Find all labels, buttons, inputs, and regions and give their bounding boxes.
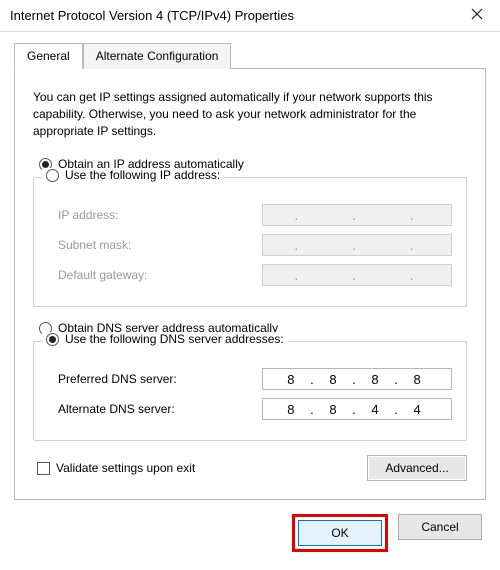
ip-manual-label: Use the following IP address: xyxy=(65,168,220,182)
ok-button[interactable]: OK xyxy=(298,520,382,546)
subnet-mask-input xyxy=(262,234,452,256)
checkbox-icon xyxy=(37,462,50,475)
window-title: Internet Protocol Version 4 (TCP/IPv4) P… xyxy=(10,8,294,23)
validate-label: Validate settings upon exit xyxy=(56,461,195,475)
dns-manual-row[interactable]: Use the following DNS server addresses: xyxy=(42,332,288,346)
preferred-dns-label: Preferred DNS server: xyxy=(48,372,177,386)
alternate-dns-label: Alternate DNS server: xyxy=(48,402,175,416)
close-icon xyxy=(471,8,483,23)
dns-manual-label: Use the following DNS server addresses: xyxy=(65,332,284,346)
validate-row[interactable]: Validate settings upon exit xyxy=(33,461,195,475)
ip-address-label: IP address: xyxy=(48,208,118,222)
preferred-dns-input[interactable] xyxy=(262,368,452,390)
radio-icon xyxy=(46,333,59,346)
radio-icon xyxy=(46,169,59,182)
dns-manual-group: Use the following DNS server addresses: … xyxy=(33,341,467,441)
bottom-row: Validate settings upon exit Advanced... xyxy=(33,455,467,481)
default-gateway-input xyxy=(262,264,452,286)
tab-general[interactable]: General xyxy=(14,43,83,69)
advanced-button[interactable]: Advanced... xyxy=(367,455,467,481)
dialog-footer: OK Cancel xyxy=(14,514,486,552)
dialog-body: General Alternate Configuration You can … xyxy=(0,32,500,566)
alternate-dns-input[interactable] xyxy=(262,398,452,420)
subnet-mask-label: Subnet mask: xyxy=(48,238,131,252)
cancel-button[interactable]: Cancel xyxy=(398,514,482,540)
ip-address-input xyxy=(262,204,452,226)
close-button[interactable] xyxy=(454,0,500,32)
intro-text: You can get IP settings assigned automat… xyxy=(33,89,467,139)
tab-strip: General Alternate Configuration xyxy=(14,43,486,69)
tab-alternate[interactable]: Alternate Configuration xyxy=(83,43,232,69)
ok-highlight: OK xyxy=(292,514,388,552)
titlebar: Internet Protocol Version 4 (TCP/IPv4) P… xyxy=(0,0,500,32)
ip-manual-group: Use the following IP address: IP address… xyxy=(33,177,467,307)
tab-panel-general: You can get IP settings assigned automat… xyxy=(14,68,486,500)
default-gateway-label: Default gateway: xyxy=(48,268,147,282)
ip-manual-row[interactable]: Use the following IP address: xyxy=(42,168,224,182)
